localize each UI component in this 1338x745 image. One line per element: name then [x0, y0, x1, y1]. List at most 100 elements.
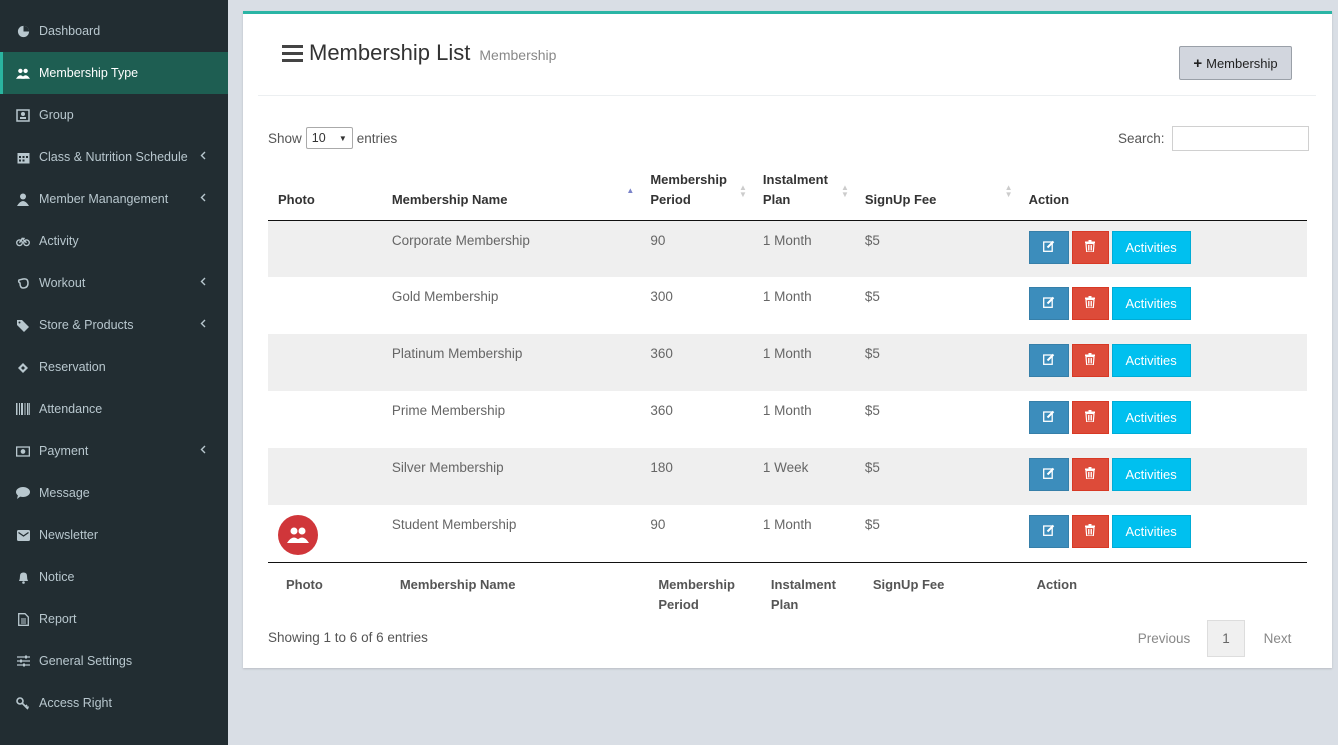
delete-button[interactable]	[1071, 344, 1109, 377]
edit-icon	[1042, 524, 1055, 539]
col-action-header: Action	[1018, 164, 1307, 221]
delete-button[interactable]	[1071, 287, 1109, 320]
table-info: Showing 1 to 6 of 6 entries	[268, 630, 428, 645]
sort-icon: ▲ ▼	[1004, 182, 1013, 199]
previous-page-button[interactable]: Previous	[1121, 620, 1207, 657]
sidebar-item-class-nutrition-schedule[interactable]: Class & Nutrition Schedule	[0, 136, 228, 178]
calendar-icon	[16, 150, 30, 164]
sidebar-item-notice[interactable]: Notice	[0, 556, 228, 598]
table-header-row: Photo Membership Name ▲ Membership Period ▲…	[268, 164, 1307, 221]
search-input[interactable]	[1171, 126, 1309, 151]
membership-panel: Membership List Membership + Membership …	[243, 11, 1332, 668]
cell-plan: 1 Month	[762, 403, 812, 418]
sidebar-item-label: Access Right	[39, 696, 112, 710]
cell-photo	[268, 391, 382, 448]
edit-icon	[1042, 467, 1055, 482]
edit-button[interactable]	[1028, 230, 1069, 264]
foot-period: Membership Period	[640, 561, 753, 622]
entries-label: entries	[356, 130, 398, 146]
sidebar: Dashboard Membership Type Group Class & Nut…	[0, 0, 228, 745]
table-row: Gold Membership 300 1 Month $5 Activities	[268, 277, 1307, 334]
cell-period: 360	[650, 346, 673, 361]
sidebar-item-report[interactable]: Report	[0, 598, 228, 640]
cell-plan: 1 Week	[762, 460, 809, 475]
cell-actions: Activities	[1019, 277, 1307, 334]
user-icon	[16, 192, 30, 206]
col-fee-header[interactable]: SignUp Fee ▲ ▼	[854, 164, 1019, 221]
money-icon	[16, 444, 30, 458]
page-1-button[interactable]: 1	[1207, 620, 1245, 657]
sidebar-item-label: Workout	[39, 276, 86, 290]
sidebar-item-membership-type[interactable]: Membership Type	[0, 52, 228, 94]
sidebar-item-activity[interactable]: Activity	[0, 220, 228, 262]
cell-photo	[268, 334, 382, 391]
delete-button[interactable]	[1071, 401, 1109, 434]
sidebar-item-label: Group	[39, 108, 74, 122]
list-icon	[282, 45, 303, 62]
sidebar-item-dashboard[interactable]: Dashboard	[0, 10, 228, 52]
activities-button[interactable]: Activities	[1111, 401, 1191, 434]
edit-button[interactable]	[1028, 287, 1069, 320]
cell-actions: Activities	[1019, 334, 1307, 391]
sidebar-item-general-settings[interactable]: General Settings	[0, 640, 228, 682]
edit-button[interactable]	[1028, 515, 1069, 548]
cell-actions: Activities	[1019, 220, 1307, 277]
cell-plan: 1 Month	[762, 232, 812, 248]
sidebar-item-member-manangement[interactable]: Member Manangement	[0, 178, 228, 220]
envelope-icon	[16, 528, 30, 542]
sidebar-item-group[interactable]: Group	[0, 94, 228, 136]
delete-button[interactable]	[1071, 515, 1109, 548]
next-page-button[interactable]: Next	[1245, 620, 1310, 657]
entries-select[interactable]: 10 ▼	[305, 127, 353, 149]
sidebar-item-label: Payment	[39, 444, 89, 458]
edit-button[interactable]	[1028, 401, 1069, 434]
users-icon	[16, 66, 30, 80]
chevron-left-icon	[200, 193, 210, 205]
activities-button[interactable]: Activities	[1111, 230, 1191, 264]
table-row: Platinum Membership 360 1 Month $5 Activitie…	[268, 334, 1307, 391]
edit-button[interactable]	[1028, 344, 1069, 377]
sidebar-item-payment[interactable]: Payment	[0, 430, 228, 472]
sidebar-item-label: Membership Type	[39, 66, 139, 80]
sidebar-item-store-products[interactable]: Store & Products	[0, 304, 228, 346]
sidebar-item-label: General Settings	[39, 654, 133, 668]
cell-name: Platinum Membership	[391, 346, 523, 361]
cell-fee: $5	[864, 232, 880, 248]
cell-photo	[268, 448, 382, 505]
group-icon	[16, 108, 30, 122]
cell-fee: $5	[864, 517, 880, 532]
edit-icon	[1042, 240, 1055, 255]
sidebar-item-label: Member Manangement	[39, 192, 169, 206]
sidebar-item-attendance[interactable]: Attendance	[0, 388, 228, 430]
sidebar-item-message[interactable]: Message	[0, 472, 228, 514]
sidebar-item-access-right[interactable]: Access Right	[0, 682, 228, 724]
table-row: Silver Membership 180 1 Week $5 Activities	[268, 448, 1307, 505]
sidebar-item-label: Newsletter	[39, 528, 99, 542]
cell-name: Gold Membership	[391, 289, 499, 304]
search-control: Search:	[1118, 126, 1309, 151]
col-name-header[interactable]: Membership Name ▲	[381, 164, 641, 221]
edit-button[interactable]	[1028, 458, 1069, 491]
trash-icon	[1085, 296, 1096, 311]
sidebar-item-workout[interactable]: Workout	[0, 262, 228, 304]
add-membership-button[interactable]: + Membership	[1179, 46, 1292, 80]
entries-select-value: 10	[311, 131, 326, 145]
sidebar-item-newsletter[interactable]: Newsletter	[0, 514, 228, 556]
col-plan-header[interactable]: Instalment Plan ▲ ▼	[752, 164, 855, 221]
cell-fee: $5	[864, 403, 880, 418]
trash-icon	[1085, 239, 1096, 255]
activities-button[interactable]: Activities	[1111, 515, 1191, 548]
sidebar-item-label: Reservation	[39, 360, 106, 374]
activities-button[interactable]: Activities	[1111, 344, 1191, 377]
chevron-left-icon	[200, 319, 210, 331]
col-photo-header[interactable]: Photo	[268, 164, 382, 221]
trash-icon	[1085, 410, 1096, 425]
activities-button[interactable]: Activities	[1111, 287, 1191, 320]
table-row: Corporate Membership 90 1 Month $5 Activitie…	[268, 220, 1307, 277]
delete-button[interactable]	[1071, 230, 1109, 264]
activities-button[interactable]: Activities	[1111, 458, 1191, 491]
sidebar-item-reservation[interactable]: Reservation	[0, 346, 228, 388]
col-period-header[interactable]: Membership Period ▲ ▼	[640, 164, 753, 221]
comment-icon	[16, 486, 30, 500]
delete-button[interactable]	[1071, 458, 1109, 491]
